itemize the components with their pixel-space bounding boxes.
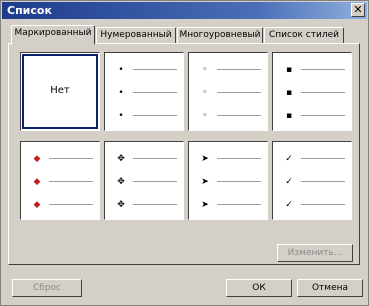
four-diamonds-icon: ✥ [117, 154, 125, 164]
bullet-option-filled-dot[interactable]: • • • [104, 52, 184, 131]
list-line [133, 181, 177, 182]
title-bar: Список ✕ [2, 2, 367, 19]
square-bullet-icon: ▪ [285, 65, 293, 75]
four-diamonds-icon: ✥ [117, 200, 125, 210]
bullet-option-arrowhead[interactable]: ➤ ➤ ➤ [188, 141, 268, 220]
hollow-circle-icon: ◦ [202, 111, 208, 121]
none-label: Нет [50, 85, 70, 96]
list-line [217, 69, 261, 70]
colored-diamond-icon: ◆ [33, 154, 41, 164]
arrowhead-icon: ➤ [201, 177, 209, 187]
checkmark-icon: ✓ [285, 200, 293, 210]
hollow-circle-icon: ◦ [202, 88, 208, 98]
list-line [49, 181, 93, 182]
arrowhead-icon: ➤ [201, 154, 209, 164]
list-line [133, 115, 177, 116]
filled-dot-icon: • [118, 88, 124, 98]
bullet-option-colored-diamond[interactable]: ◆ ◆ ◆ [20, 141, 100, 220]
bullet-option-hollow-circle[interactable]: ◦ ◦ ◦ [188, 52, 268, 131]
colored-diamond-icon: ◆ [33, 177, 41, 187]
list-line [301, 115, 345, 116]
close-button[interactable]: ✕ [351, 3, 365, 17]
bullet-option-none[interactable]: Нет [20, 52, 100, 131]
list-line [133, 69, 177, 70]
square-bullet-icon: ▪ [285, 88, 293, 98]
bullet-option-four-diamonds[interactable]: ✥ ✥ ✥ [104, 141, 184, 220]
list-line [217, 158, 261, 159]
list-line [301, 204, 345, 205]
ok-button[interactable]: ОК [226, 279, 292, 297]
tab-multilevel[interactable]: Многоуровневый [177, 27, 263, 44]
arrowhead-icon: ➤ [201, 200, 209, 210]
list-line [217, 92, 261, 93]
bullet-gallery-panel: Нет • • • ◦ ◦ ◦ ▪ ▪ ▪ ◆ ◆ ◆ ✥ ✥ ✥ ➤ ➤ ➤ … [8, 43, 360, 265]
list-dialog: Список ✕ Маркированный Нумерованный Мног… [0, 0, 369, 306]
bullet-option-checkmark[interactable]: ✓ ✓ ✓ [272, 141, 352, 220]
filled-dot-icon: • [118, 111, 124, 121]
bullet-option-square[interactable]: ▪ ▪ ▪ [272, 52, 352, 131]
colored-diamond-icon: ◆ [33, 200, 41, 210]
checkmark-icon: ✓ [285, 177, 293, 187]
tab-numbered[interactable]: Нумерованный [96, 27, 176, 44]
list-line [133, 92, 177, 93]
list-line [301, 69, 345, 70]
tab-list-styles[interactable]: Список стилей [264, 27, 344, 44]
filled-dot-icon: • [118, 65, 124, 75]
reset-button[interactable]: Сброс [12, 279, 82, 297]
dialog-title: Список [7, 4, 52, 17]
cancel-button[interactable]: Отмена [297, 279, 363, 297]
customize-button[interactable]: Изменить... [277, 244, 353, 262]
list-line [301, 181, 345, 182]
list-line [217, 204, 261, 205]
list-line [217, 181, 261, 182]
list-line [133, 204, 177, 205]
checkmark-icon: ✓ [285, 154, 293, 164]
list-line [49, 158, 93, 159]
square-bullet-icon: ▪ [285, 111, 293, 121]
list-line [301, 158, 345, 159]
tab-bulleted[interactable]: Маркированный [11, 25, 95, 45]
four-diamonds-icon: ✥ [117, 177, 125, 187]
list-line [133, 158, 177, 159]
list-line [217, 115, 261, 116]
list-line [49, 204, 93, 205]
hollow-circle-icon: ◦ [202, 65, 208, 75]
list-line [301, 92, 345, 93]
